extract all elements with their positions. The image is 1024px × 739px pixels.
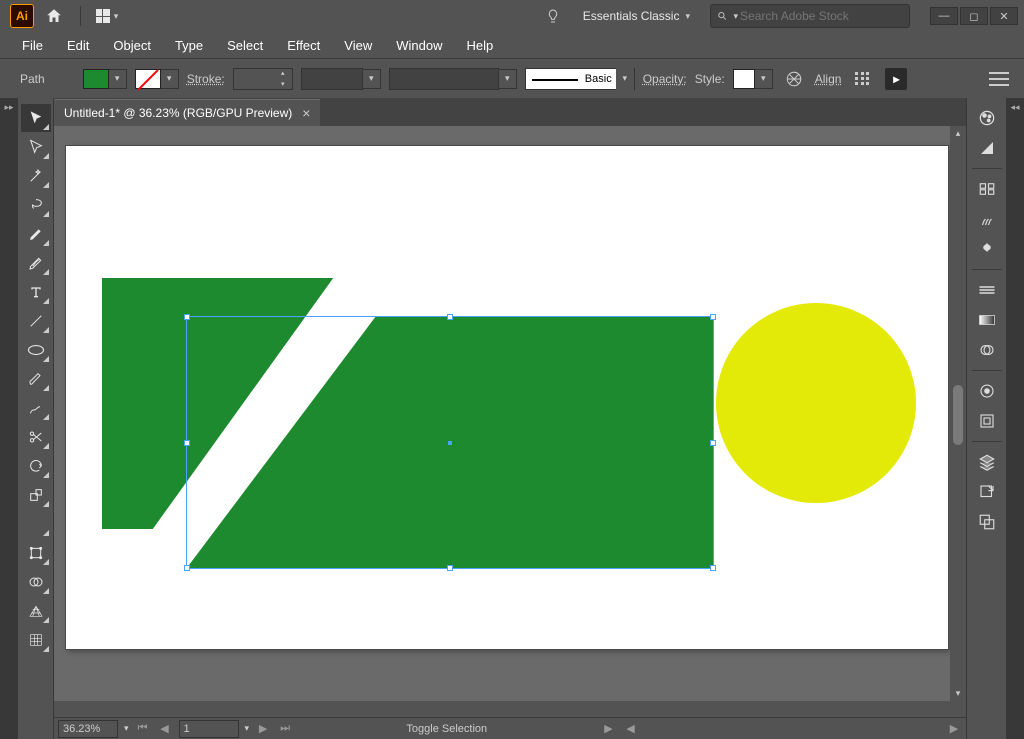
prev-artboard-button[interactable]: ◀	[157, 721, 173, 737]
scroll-right-button[interactable]: ▶	[946, 721, 962, 737]
status-bar: 36.23% ▾ ⏮ ◀ 1 ▾ ▶ ⏭ Toggle Selection ▶ …	[54, 717, 966, 739]
menu-window[interactable]: Window	[384, 34, 454, 57]
learn-icon[interactable]	[539, 8, 567, 24]
right-dock	[966, 98, 1006, 739]
ellipse-tool[interactable]	[21, 336, 51, 364]
menu-help[interactable]: Help	[454, 34, 505, 57]
direct-selection-tool[interactable]	[21, 133, 51, 161]
stroke-label: Stroke:	[187, 72, 225, 86]
right-dock-collapse[interactable]: ◂◂	[1006, 98, 1024, 739]
menu-object[interactable]: Object	[101, 34, 163, 57]
style-label: Style:	[695, 72, 725, 86]
brush-definition[interactable]: Basic ▾	[525, 68, 635, 90]
pen-tool[interactable]	[21, 220, 51, 248]
stroke-weight-field[interactable]: ▴▾	[233, 68, 293, 90]
stock-search[interactable]: ▾	[710, 4, 910, 28]
first-artboard-button[interactable]: ⏮	[135, 721, 151, 737]
lasso-tool[interactable]	[21, 191, 51, 219]
workspace-label: Essentials Classic	[583, 9, 680, 23]
next-artboard-button[interactable]: ▶	[255, 721, 271, 737]
menu-select[interactable]: Select	[215, 34, 275, 57]
menu-edit[interactable]: Edit	[55, 34, 101, 57]
swatches-panel-icon[interactable]	[972, 175, 1002, 203]
artboards-panel-icon[interactable]	[972, 508, 1002, 536]
artboard[interactable]	[66, 146, 948, 649]
magic-wand-tool[interactable]	[21, 162, 51, 190]
color-guide-panel-icon[interactable]	[972, 134, 1002, 162]
graphic-style-control[interactable]: ▾	[733, 69, 773, 89]
document-tab-title: Untitled-1* @ 36.23% (RGB/GPU Preview)	[64, 106, 292, 120]
symbols-panel-icon[interactable]	[972, 235, 1002, 263]
window-maximize-button[interactable]: ◻	[960, 7, 988, 25]
menu-type[interactable]: Type	[163, 34, 215, 57]
scale-tool[interactable]	[21, 481, 51, 509]
scroll-left-button[interactable]: ◀	[623, 721, 639, 737]
gradient-panel-icon[interactable]	[972, 306, 1002, 334]
app-logo: Ai	[10, 4, 34, 28]
shape-builder-tool[interactable]	[21, 568, 51, 596]
close-tab-icon[interactable]: ×	[302, 105, 310, 121]
status-menu-icon[interactable]: ▶	[601, 721, 617, 737]
asset-export-panel-icon[interactable]	[972, 478, 1002, 506]
perspective-grid-tool[interactable]	[21, 597, 51, 625]
brush-definition-disabled: ▾	[389, 68, 517, 90]
pencil-tool[interactable]	[21, 394, 51, 422]
line-segment-tool[interactable]	[21, 307, 51, 335]
home-button[interactable]	[40, 2, 68, 30]
control-bar: Path ▾ ▾ Stroke: ▴▾ ▾ ▾ Basic ▾ Opacity:…	[0, 58, 1024, 98]
title-bar: Ai ▾ Essentials Classic ▾ ▾ — ◻ ✕	[0, 0, 1024, 32]
selection-type-label: Path	[20, 72, 45, 86]
scissors-tool[interactable]	[21, 423, 51, 451]
curvature-tool[interactable]	[21, 249, 51, 277]
menu-file[interactable]: File	[10, 34, 55, 57]
status-hint: Toggle Selection	[406, 723, 487, 735]
isolate-panel-icon[interactable]: ▸	[883, 66, 909, 92]
rotate-tool[interactable]	[21, 452, 51, 480]
width-tool[interactable]	[21, 510, 51, 538]
window-minimize-button[interactable]: —	[930, 7, 958, 25]
align-panel-icon[interactable]	[849, 66, 875, 92]
zoom-dropdown-icon[interactable]: ▾	[124, 723, 129, 734]
vertical-scrollbar[interactable]: ▴ ▾	[950, 126, 966, 701]
panel-menu-icon[interactable]	[986, 66, 1012, 92]
horizontal-scrollbar[interactable]	[54, 701, 950, 717]
shape-yellow-circle[interactable]	[716, 303, 916, 503]
document-tabs: Untitled-1* @ 36.23% (RGB/GPU Preview) ×	[54, 98, 966, 126]
free-transform-tool[interactable]	[21, 539, 51, 567]
stock-search-input[interactable]	[740, 9, 903, 23]
type-tool[interactable]	[21, 278, 51, 306]
stroke-swatch-none	[135, 69, 161, 89]
zoom-level-field[interactable]: 36.23%	[58, 720, 118, 738]
recolor-artwork-icon[interactable]	[781, 66, 807, 92]
paintbrush-tool[interactable]	[21, 365, 51, 393]
artboard-dropdown-icon[interactable]: ▾	[245, 723, 250, 734]
brushes-panel-icon[interactable]	[972, 205, 1002, 233]
menu-effect[interactable]: Effect	[275, 34, 332, 57]
variable-width-profile[interactable]: ▾	[301, 68, 381, 90]
stroke-color-control[interactable]: ▾	[135, 69, 179, 89]
canvas-viewport[interactable]: ▴ ▾	[54, 126, 966, 717]
menu-view[interactable]: View	[332, 34, 384, 57]
window-close-button[interactable]: ✕	[990, 7, 1018, 25]
left-dock-collapse[interactable]: ▸▸	[0, 98, 18, 739]
artboard-number-field[interactable]: 1	[179, 720, 239, 738]
fill-swatch	[83, 69, 109, 89]
layers-panel-icon[interactable]	[972, 448, 1002, 476]
document-tab[interactable]: Untitled-1* @ 36.23% (RGB/GPU Preview) ×	[54, 99, 320, 126]
fill-color-control[interactable]: ▾	[83, 69, 127, 89]
align-label[interactable]: Align	[815, 72, 842, 86]
graphic-styles-panel-icon[interactable]	[972, 407, 1002, 435]
workspace-switcher[interactable]: Essentials Classic ▾	[573, 3, 700, 29]
last-artboard-button[interactable]: ⏭	[277, 721, 293, 737]
appearance-panel-icon[interactable]	[972, 377, 1002, 405]
menu-bar: File Edit Object Type Select Effect View…	[0, 32, 1024, 58]
selection-tool[interactable]	[21, 104, 51, 132]
mesh-tool[interactable]	[21, 626, 51, 654]
stroke-panel-icon[interactable]	[972, 276, 1002, 304]
opacity-label[interactable]: Opacity:	[643, 72, 687, 86]
transparency-panel-icon[interactable]	[972, 336, 1002, 364]
color-panel-icon[interactable]	[972, 104, 1002, 132]
arrange-documents-button[interactable]: ▾	[87, 2, 127, 30]
tools-panel	[18, 98, 54, 739]
